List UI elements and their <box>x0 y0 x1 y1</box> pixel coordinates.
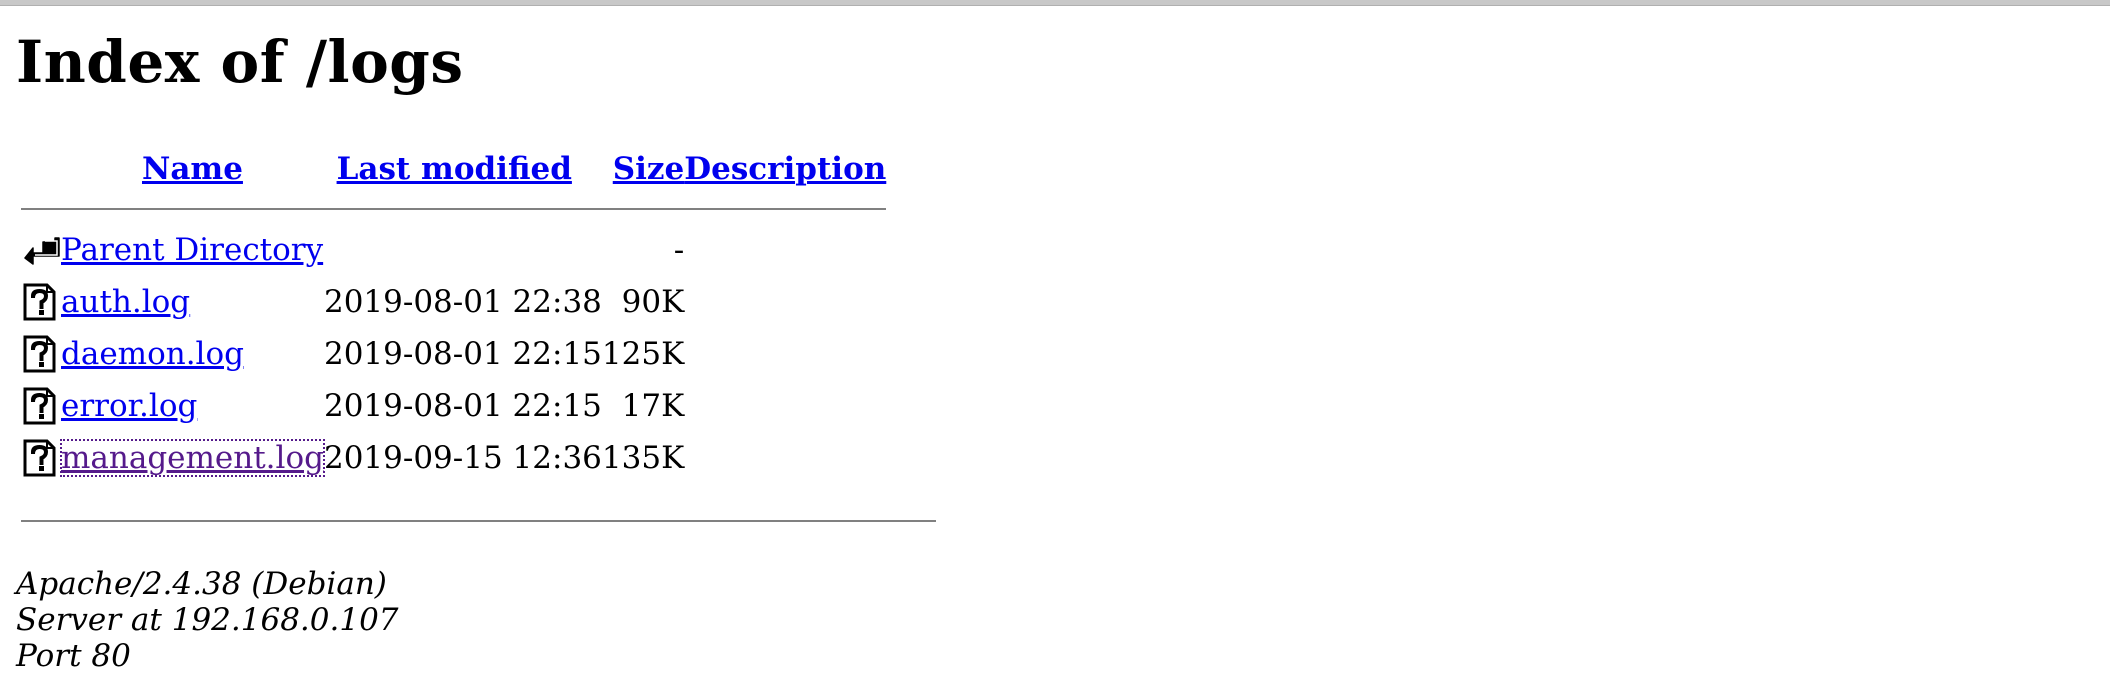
file-link[interactable]: management.log <box>60 439 325 477</box>
description-cell <box>684 432 886 484</box>
header-name-cell: Name <box>61 144 324 194</box>
page-title: Index of /logs <box>16 28 464 96</box>
icon-cell <box>21 380 61 432</box>
table-row: daemon.log 2019-08-01 22:15 125K <box>21 328 886 380</box>
table-header-row: Name Last modified Size Description <box>21 144 886 194</box>
header-size-cell: Size <box>602 144 685 194</box>
table-row: error.log 2019-08-01 22:15 17K <box>21 380 886 432</box>
unknown-file-icon <box>23 387 56 425</box>
table-row: auth.log 2019-08-01 22:38 90K <box>21 276 886 328</box>
directory-index-page: Index of /logs Name Last modified Size D… <box>16 24 936 674</box>
modified-cell: 2019-08-01 22:15 <box>323 336 602 372</box>
browser-top-edge <box>0 0 2110 6</box>
header-divider-row <box>21 194 887 224</box>
header-icon-cell <box>21 144 61 194</box>
sort-by-size-link[interactable]: Size <box>613 151 685 187</box>
sort-by-description-link[interactable]: Description <box>684 151 886 187</box>
unknown-file-icon <box>23 439 56 477</box>
size-cell: 17K <box>621 388 685 424</box>
description-cell <box>684 276 886 328</box>
header-divider <box>21 208 887 210</box>
back-icon <box>24 237 60 265</box>
header-modified-cell: Last modified <box>324 144 602 194</box>
file-listing-table: Name Last modified Size Description Pare… <box>21 144 887 484</box>
size-cell: 125K <box>601 336 685 372</box>
icon-cell <box>21 276 61 328</box>
icon-cell <box>21 432 61 484</box>
unknown-file-icon <box>23 283 56 321</box>
parent-directory-row: Parent Directory - <box>21 224 886 276</box>
modified-cell: 2019-09-15 12:36 <box>323 440 602 476</box>
modified-cell: 2019-08-01 22:38 <box>323 284 602 320</box>
size-cell: 90K <box>621 284 685 320</box>
sort-by-modified-link[interactable]: Last modified <box>337 151 572 187</box>
file-link[interactable]: auth.log <box>61 284 190 320</box>
server-signature: Apache/2.4.38 (Debian) Server at 192.168… <box>16 566 399 674</box>
footer-divider <box>21 520 936 522</box>
icon-cell <box>21 328 61 380</box>
table-row: management.log 2019-09-15 12:36 135K <box>21 432 886 484</box>
size-cell: 135K <box>601 440 685 476</box>
icon-cell <box>21 224 61 276</box>
size-cell: - <box>673 232 685 268</box>
parent-directory-link[interactable]: Parent Directory <box>61 232 323 268</box>
header-description-cell: Description <box>684 144 886 194</box>
description-cell <box>684 380 886 432</box>
description-cell <box>684 328 886 380</box>
sort-by-name-link[interactable]: Name <box>142 151 243 187</box>
file-link[interactable]: daemon.log <box>61 336 244 372</box>
modified-cell: 2019-08-01 22:15 <box>323 388 602 424</box>
file-link[interactable]: error.log <box>61 388 197 424</box>
unknown-file-icon <box>23 335 56 373</box>
